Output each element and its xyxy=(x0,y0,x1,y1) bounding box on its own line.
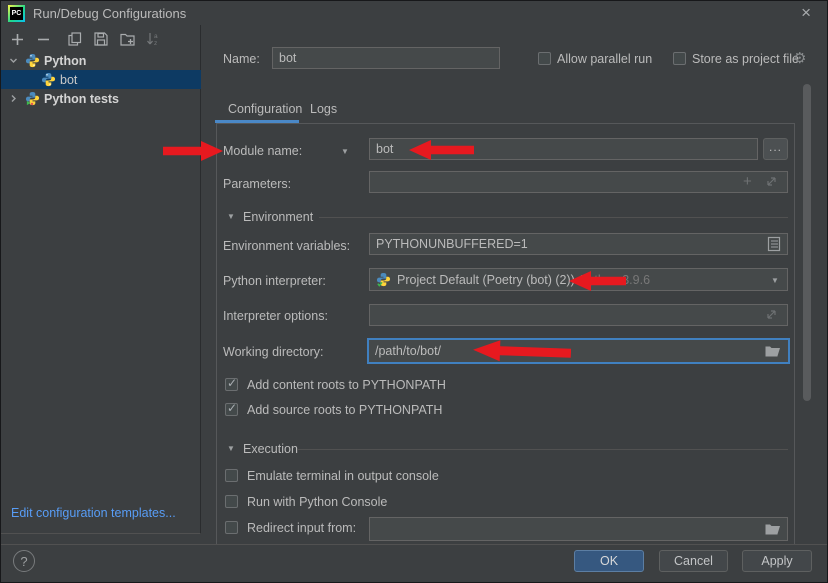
environment-section-label[interactable]: Environment xyxy=(243,210,313,225)
edit-configuration-templates-link[interactable]: Edit configuration templates... xyxy=(11,506,176,520)
add-source-roots-checkbox[interactable] xyxy=(225,403,238,416)
emulate-terminal-label: Emulate terminal in output console xyxy=(247,469,439,484)
add-icon[interactable] xyxy=(9,31,25,47)
dialog-button-bar: ? OK Cancel Apply xyxy=(1,544,827,583)
pycharm-logo-icon: PC xyxy=(8,5,25,22)
tree-item-label: Python xyxy=(44,54,86,68)
svg-text:z: z xyxy=(154,40,157,46)
run-python-console-label: Run with Python Console xyxy=(247,495,387,510)
parameters-input[interactable] xyxy=(369,171,788,193)
folder-icon[interactable] xyxy=(765,522,781,535)
tree-item-label: bot xyxy=(60,73,77,87)
ok-button[interactable]: OK xyxy=(574,550,644,572)
sort-alphabetically-icon[interactable]: az xyxy=(145,31,161,47)
browse-variables-icon[interactable] xyxy=(767,236,781,252)
python-interpreter-label: Python interpreter: xyxy=(223,274,326,289)
module-name-label: Module name: xyxy=(223,144,302,159)
vertical-scrollbar[interactable] xyxy=(803,84,811,401)
name-input[interactable]: bot xyxy=(272,47,500,69)
run-python-console-checkbox[interactable] xyxy=(225,495,238,508)
allow-parallel-run-label: Allow parallel run xyxy=(557,52,652,67)
browse-button[interactable]: ... xyxy=(763,138,788,160)
python-icon xyxy=(41,72,56,87)
add-content-roots-checkbox[interactable] xyxy=(225,378,238,391)
tab-logs[interactable]: Logs xyxy=(310,102,337,116)
interpreter-options-input[interactable] xyxy=(369,304,788,326)
tab-configuration[interactable]: Configuration xyxy=(228,102,302,116)
configurations-sidebar: az Python bot xyxy=(1,25,201,534)
store-as-project-file-label: Store as project file xyxy=(692,52,799,67)
section-divider xyxy=(297,449,788,450)
expand-icon[interactable] xyxy=(765,308,778,321)
add-macro-icon[interactable]: + xyxy=(743,173,752,190)
add-source-roots-label: Add source roots to PYTHONPATH xyxy=(247,403,442,418)
parameters-label: Parameters: xyxy=(223,177,291,192)
python-interpreter-icon xyxy=(376,272,391,287)
python-tests-icon xyxy=(25,91,40,106)
redirect-input-label: Redirect input from: xyxy=(247,521,356,536)
tree-item-label: Python tests xyxy=(44,92,119,106)
emulate-terminal-checkbox[interactable] xyxy=(225,469,238,482)
environment-section-collapse-icon[interactable]: ▼ xyxy=(227,212,235,221)
execution-section-collapse-icon[interactable]: ▼ xyxy=(227,444,235,453)
close-icon[interactable]: × xyxy=(801,3,811,23)
working-directory-label: Working directory: xyxy=(223,345,324,360)
remove-icon[interactable] xyxy=(35,31,51,47)
gear-icon[interactable]: ⚙ xyxy=(793,51,806,66)
environment-variables-label: Environment variables: xyxy=(223,239,350,254)
configurations-toolbar: az xyxy=(1,28,161,50)
module-name-dropdown-icon[interactable]: ▼ xyxy=(341,147,349,156)
python-interpreter-value: Project Default (Poetry (bot) (2)) xyxy=(397,273,575,287)
chevron-right-icon[interactable] xyxy=(5,94,21,103)
interpreter-options-label: Interpreter options: xyxy=(223,309,328,324)
section-divider xyxy=(319,217,788,218)
redirect-input-checkbox[interactable] xyxy=(225,521,238,534)
red-arrow-module-name xyxy=(163,140,223,162)
copy-icon[interactable] xyxy=(67,31,83,47)
chevron-down-icon[interactable] xyxy=(5,56,21,65)
python-icon xyxy=(25,53,40,68)
titlebar: PC Run/Debug Configurations × xyxy=(1,1,827,25)
help-button[interactable]: ? xyxy=(13,550,35,572)
folder-icon[interactable] xyxy=(765,344,781,357)
expand-icon[interactable] xyxy=(765,175,778,188)
save-icon[interactable] xyxy=(93,31,109,47)
new-folder-icon[interactable] xyxy=(119,31,135,47)
allow-parallel-run-checkbox[interactable] xyxy=(538,52,551,65)
store-as-project-file-checkbox[interactable] xyxy=(673,52,686,65)
add-content-roots-label: Add content roots to PYTHONPATH xyxy=(247,378,446,393)
tree-item-bot[interactable]: bot xyxy=(1,70,201,89)
configurations-tree: Python bot Python tests xyxy=(1,51,201,108)
tree-item-python[interactable]: Python xyxy=(1,51,201,70)
svg-text:a: a xyxy=(154,33,158,40)
environment-variables-input[interactable]: PYTHONUNBUFFERED=1 xyxy=(369,233,788,255)
red-arrow-python-interpreter xyxy=(569,270,626,292)
redirect-input-input[interactable] xyxy=(369,517,788,541)
working-directory-input[interactable]: /path/to/bot/ xyxy=(367,338,790,364)
execution-section-label[interactable]: Execution xyxy=(243,442,298,457)
red-arrow-module-value xyxy=(409,139,474,161)
name-label: Name: xyxy=(223,52,260,67)
run-debug-configurations-dialog: PC Run/Debug Configurations × az xyxy=(0,0,828,583)
red-arrow-working-directory xyxy=(473,338,572,364)
dialog-title: Run/Debug Configurations xyxy=(33,6,186,21)
cancel-button[interactable]: Cancel xyxy=(659,550,728,572)
apply-button[interactable]: Apply xyxy=(742,550,812,572)
tree-item-python-tests[interactable]: Python tests xyxy=(1,89,201,108)
interpreter-dropdown-icon[interactable]: ▼ xyxy=(771,276,779,285)
